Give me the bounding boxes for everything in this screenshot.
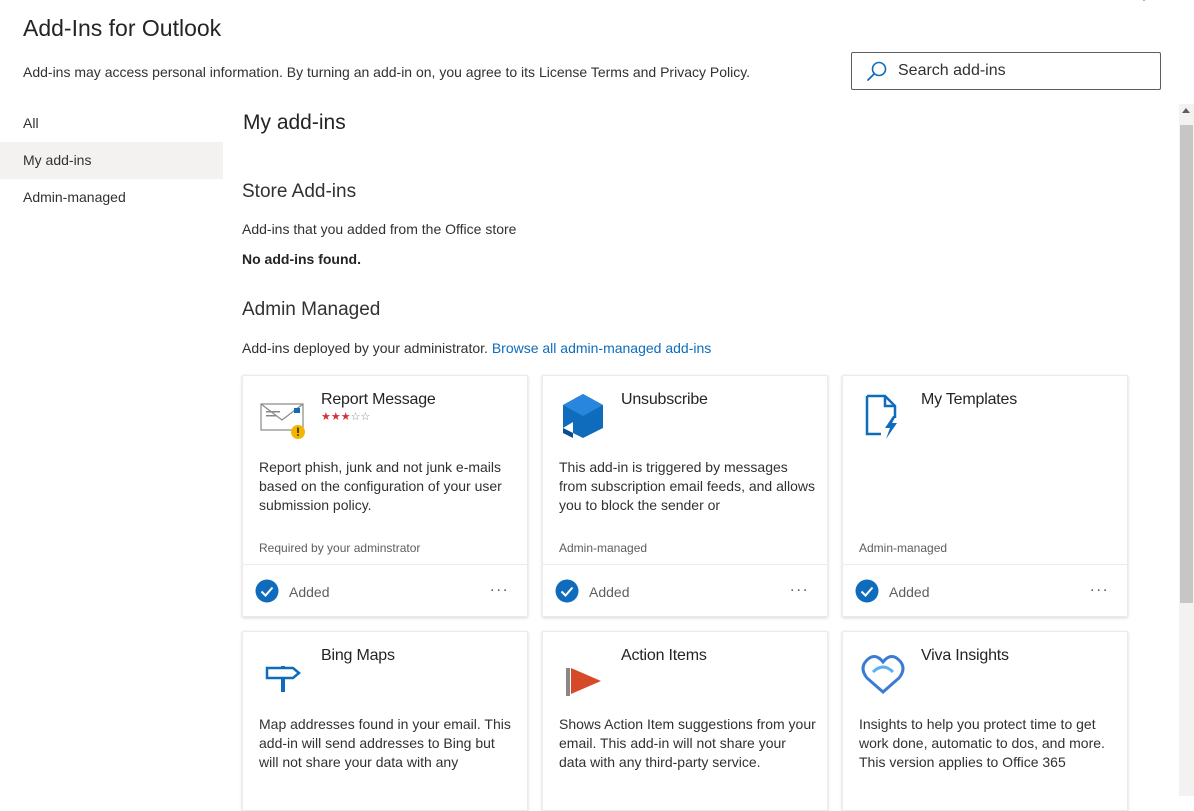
add-in-description: Map addresses found in your email. This …: [259, 716, 511, 770]
nav-item-my-add-ins[interactable]: My add-ins: [0, 142, 223, 179]
add-in-management: Required by your adminstrator: [259, 541, 421, 555]
card-divider: [543, 564, 827, 565]
dialog-title: Add-Ins for Outlook: [23, 15, 222, 41]
checkmark-circle-icon[interactable]: [555, 579, 579, 603]
admin-section-desc: Add-ins deployed by your administrator. …: [242, 340, 712, 356]
document-lightning-icon: [865, 394, 897, 439]
add-in-name: Action Items: [621, 647, 707, 664]
star-empty-icon: ☆: [350, 411, 361, 423]
scroll-up-arrow[interactable]: [1182, 108, 1190, 113]
more-options-button[interactable]: ...: [1090, 579, 1120, 602]
more-options-button[interactable]: ...: [490, 579, 520, 602]
add-in-description: Shows Action Item suggestions from your …: [559, 716, 816, 770]
search-icon: [867, 61, 887, 81]
store-section-desc: Add-ins that you added from the Office s…: [242, 221, 517, 237]
add-in-management: Admin-managed: [859, 541, 948, 555]
added-status: Added: [889, 584, 930, 600]
add-in-name: Report Message: [321, 391, 436, 408]
star-empty-icon: ☆: [360, 411, 371, 423]
add-in-card-action-items[interactable]: Action Items Shows Action Item suggestio…: [542, 631, 828, 811]
checkmark-circle-icon[interactable]: [255, 579, 279, 603]
disclaimer-text: Add-ins may access personal information.…: [23, 64, 751, 80]
add-in-name: Unsubscribe: [621, 391, 708, 408]
added-status: Added: [589, 584, 630, 600]
add-in-management: Admin-managed: [559, 541, 648, 555]
search-box[interactable]: [851, 52, 1161, 90]
category-nav: All My add-ins Admin-managed: [0, 105, 223, 216]
add-in-description: This add-in is triggered by messages fro…: [559, 459, 816, 513]
scrollbar-thumb[interactable]: [1180, 125, 1193, 603]
search-input[interactable]: [896, 61, 1160, 81]
envelope-warning-icon: [260, 403, 305, 439]
add-in-card-report-message[interactable]: Report Message ★★★☆☆ Report phish, junk …: [242, 375, 528, 617]
rating-stars: ★★★☆☆: [321, 410, 370, 423]
no-add-ins-message: No add-ins found.: [242, 251, 361, 267]
page-title: My add-ins: [243, 111, 346, 134]
checkmark-circle-icon[interactable]: [855, 579, 879, 603]
add-in-card-viva-insights[interactable]: Viva Insights Insights to help you prote…: [842, 631, 1128, 811]
add-in-card-my-templates[interactable]: My Templates Admin-managed Added ...: [842, 375, 1128, 617]
more-options-button[interactable]: ...: [790, 579, 820, 602]
add-in-name: Viva Insights: [921, 647, 1009, 664]
add-in-name: My Templates: [921, 391, 1018, 408]
add-in-card-bing-maps[interactable]: Bing Maps Map addresses found in your em…: [242, 631, 528, 811]
card-divider: [843, 564, 1127, 565]
add-in-description: Report phish, junk and not junk e-mails …: [259, 459, 502, 513]
viva-insights-icon: [861, 655, 905, 694]
signpost-icon: [265, 666, 301, 692]
nav-item-all[interactable]: All: [0, 105, 223, 142]
admin-section-title: Admin Managed: [242, 299, 381, 320]
blue-cube-icon: [563, 394, 603, 438]
added-status: Added: [289, 584, 330, 600]
store-section-title: Store Add-ins: [242, 181, 357, 202]
add-in-card-unsubscribe[interactable]: Unsubscribe This add-in is triggered by …: [542, 375, 828, 617]
star-filled-icon: ★: [340, 411, 351, 423]
flag-icon: [566, 668, 601, 696]
browse-admin-managed-link[interactable]: Browse all admin-managed add-ins: [492, 340, 711, 356]
star-filled-icon: ★: [330, 411, 341, 423]
close-icon[interactable]: [1134, 0, 1154, 10]
add-in-description: [859, 458, 1117, 515]
add-in-name: Bing Maps: [321, 647, 395, 664]
star-filled-icon: ★: [321, 411, 331, 423]
add-in-description: Insights to help you protect time to get…: [859, 716, 1105, 770]
nav-item-admin-managed[interactable]: Admin-managed: [0, 179, 223, 216]
card-divider: [243, 564, 527, 565]
